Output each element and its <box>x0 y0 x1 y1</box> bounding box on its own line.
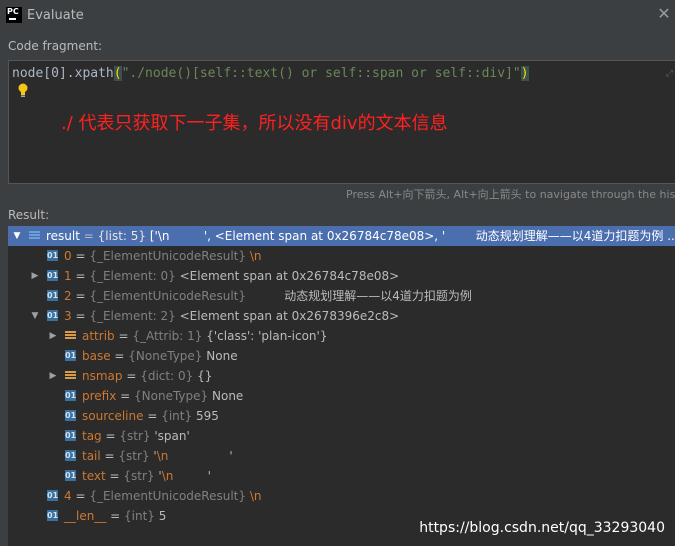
tree-row-text: tail = {str} '\n ' <box>82 449 233 463</box>
watermark: https://blog.csdn.net/qq_33293040 <box>419 520 665 536</box>
primitive-value-icon: 01 <box>65 410 77 421</box>
tree-row[interactable]: 01 2 = {_ElementUnicodeResult} 动态规划理解——以4… <box>8 286 675 306</box>
primitive-value-icon: 01 <box>47 250 59 261</box>
title-bar: PC Evaluate ✕ <box>0 0 675 32</box>
primitive-value-icon: 01 <box>65 390 77 401</box>
tree-row[interactable]: ▼ 01 3 = {_Element: 2} <Element span at 0x… <box>8 306 675 326</box>
code-prefix: node[0].xpath <box>12 66 114 81</box>
code-close-paren: ) <box>520 66 529 81</box>
tree-row-text: 0 = {_ElementUnicodeResult} \n <box>64 249 262 263</box>
primitive-value-icon: 01 <box>47 310 59 321</box>
primitive-value-icon: 01 <box>65 470 77 481</box>
collapse-arrow-icon[interactable]: ▼ <box>12 226 22 246</box>
lightbulb-icon[interactable] <box>18 83 28 97</box>
expand-arrow-icon[interactable]: ▶ <box>48 326 58 346</box>
code-string: "./node()[self::text() or self::span or … <box>121 66 521 81</box>
result-label: Result: <box>8 208 50 222</box>
tree-row-text: 4 = {_ElementUnicodeResult} \n <box>64 489 262 503</box>
tree-row-text: 1 = {_Element: 0} <Element span at 0x267… <box>64 269 400 283</box>
result-tree[interactable]: ▼ result = {list: 5} ['\n ', <Element spa… <box>8 226 675 546</box>
window-title: Evaluate <box>27 8 84 23</box>
history-hint: Press Alt+向下箭头, Alt+向上箭头 to navigate thr… <box>346 188 675 201</box>
tree-row[interactable]: 01 base = {NoneType} None <box>8 346 675 366</box>
tree-row[interactable]: ▶ nsmap = {dict: 0} {} <box>8 366 675 386</box>
code-open-paren: ( <box>113 66 122 81</box>
primitive-value-icon: 01 <box>47 490 59 501</box>
tree-row-text: result = {list: 5} ['\n ', <Element span… <box>46 229 675 243</box>
red-annotation: ./ 代表只获取下一子集，所以没有div的文本信息 <box>61 113 448 134</box>
list-icon <box>29 230 40 242</box>
tree-row[interactable]: 01 tail = {str} '\n ' <box>8 446 675 466</box>
expand-editor-icon[interactable]: ⤢ <box>666 69 673 79</box>
tree-row-text: attrib = {_Attrib: 1} {'class': 'plan-ic… <box>82 329 328 343</box>
code-fragment-editor[interactable]: node[0].xpath("./node()[self::text() or … <box>8 60 675 184</box>
primitive-value-icon: 01 <box>65 450 77 461</box>
object-field-icon <box>65 370 76 381</box>
tree-row-text: 2 = {_ElementUnicodeResult} 动态规划理解——以4道力… <box>64 289 472 303</box>
pycharm-logo-icon: PC <box>6 7 22 23</box>
collapse-arrow-icon[interactable]: ▼ <box>30 306 40 326</box>
expand-arrow-icon[interactable]: ▶ <box>30 266 40 286</box>
tree-row-text: 3 = {_Element: 2} <Element span at 0x267… <box>64 309 400 323</box>
tree-row[interactable]: 01 text = {str} '\n ' <box>8 466 675 486</box>
tree-row[interactable]: 01 sourceline = {int} 595 <box>8 406 675 426</box>
object-field-icon <box>65 330 76 341</box>
tree-row[interactable]: 01 0 = {_ElementUnicodeResult} \n <box>8 246 675 266</box>
code-line[interactable]: node[0].xpath("./node()[self::text() or … <box>12 66 529 81</box>
tree-row[interactable]: 01 prefix = {NoneType} None <box>8 386 675 406</box>
tree-row[interactable]: 01 tag = {str} 'span' <box>8 426 675 446</box>
expand-arrow-icon[interactable]: ▶ <box>48 366 58 386</box>
primitive-value-icon: 01 <box>47 510 59 521</box>
close-icon[interactable]: ✕ <box>657 6 671 22</box>
code-fragment-label: Code fragment: <box>8 39 103 53</box>
tree-row-text: tag = {str} 'span' <box>82 429 190 443</box>
tree-row[interactable]: 01 4 = {_ElementUnicodeResult} \n <box>8 486 675 506</box>
primitive-value-icon: 01 <box>65 430 77 441</box>
primitive-value-icon: 01 <box>65 350 77 361</box>
tree-row-text: nsmap = {dict: 0} {} <box>82 369 213 383</box>
tree-row[interactable]: ▶ attrib = {_Attrib: 1} {'class': 'plan-i… <box>8 326 675 346</box>
tree-row-text: text = {str} '\n ' <box>82 469 211 483</box>
tree-row[interactable]: ▶ 01 1 = {_Element: 0} <Element span at 0x… <box>8 266 675 286</box>
primitive-value-icon: 01 <box>47 270 59 281</box>
tree-row[interactable]: ▼ result = {list: 5} ['\n ', <Element spa… <box>8 226 675 246</box>
tree-row-text: base = {NoneType} None <box>82 349 238 363</box>
tree-row-text: prefix = {NoneType} None <box>82 389 244 403</box>
tree-row-text: __len__ = {int} 5 <box>64 509 167 523</box>
primitive-value-icon: 01 <box>47 290 59 301</box>
tree-row-text: sourceline = {int} 595 <box>82 409 219 423</box>
